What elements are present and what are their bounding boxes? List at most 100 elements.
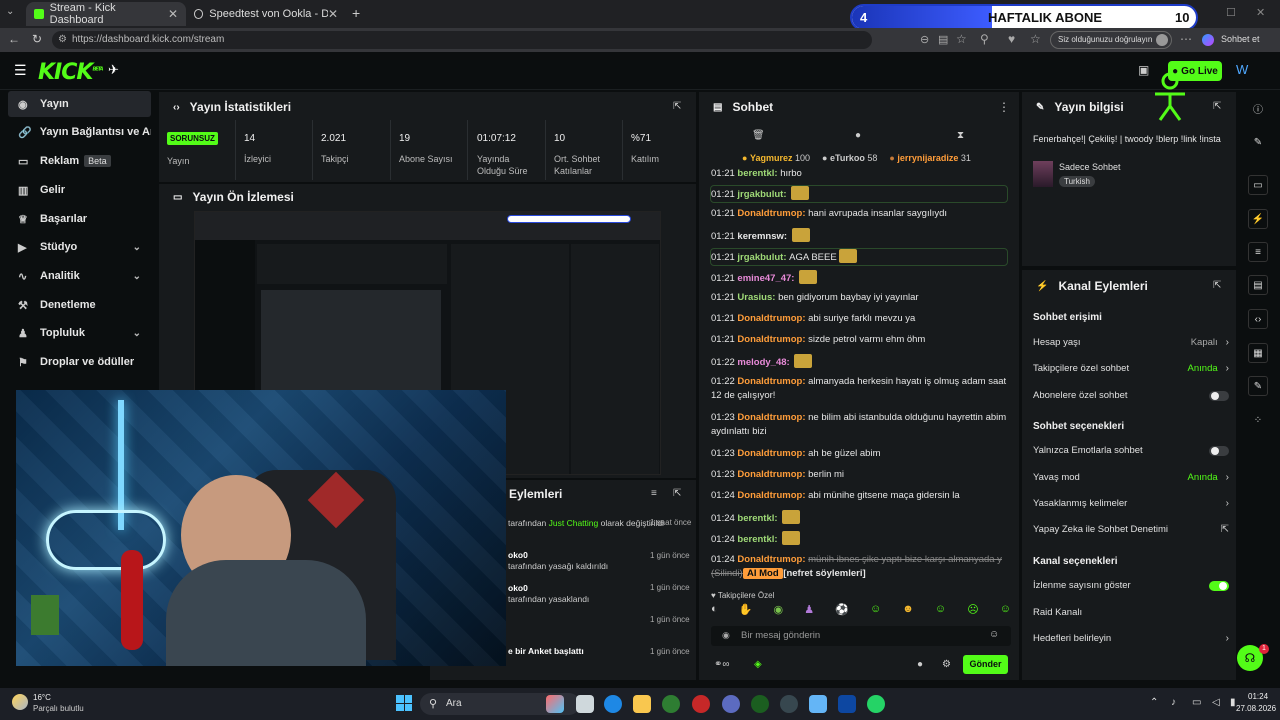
tab-list-icon[interactable]: ⌄ <box>6 6 20 20</box>
chat-username[interactable]: Donaldtrumop: <box>737 469 808 480</box>
emote-icon[interactable]: ☺ <box>1000 603 1011 621</box>
tray-chevron-up-icon[interactable]: ⌃ <box>1150 697 1158 708</box>
activity-user[interactable]: oko0 <box>508 583 589 594</box>
windows-start-icon[interactable] <box>396 695 412 711</box>
emote-icon[interactable]: ☺ <box>935 603 946 621</box>
emote-icon[interactable]: ☹ <box>967 603 978 621</box>
emote-only-toggle[interactable] <box>1209 445 1229 456</box>
top-chatter[interactable]: ● Yagmurez 100 <box>742 153 810 163</box>
copilot-label[interactable]: Sohbet et <box>1221 34 1260 44</box>
stack-icon[interactable]: ▦ <box>1248 343 1268 363</box>
wallet-icon[interactable]: W <box>1236 62 1248 77</box>
chat-username[interactable]: berentkl: <box>737 168 780 179</box>
close-tab-icon[interactable]: ✕ <box>328 7 338 21</box>
url-input[interactable]: ⚙ https://dashboard.kick.com/stream <box>52 31 872 49</box>
list-icon[interactable]: ≡ <box>1248 242 1268 262</box>
chat-username[interactable]: berentkl: <box>737 534 780 545</box>
chat-username[interactable]: Donaldtrumop: <box>737 554 808 565</box>
chat-username[interactable]: Donaldtrumop: <box>737 208 808 219</box>
chat-username[interactable]: jrgakbulut: <box>737 252 789 263</box>
category-thumbnail[interactable] <box>1033 161 1053 187</box>
clock-date[interactable]: 27.08.2026 <box>1236 704 1276 713</box>
chat-username[interactable]: jrgakbulut: <box>737 189 789 200</box>
battery-icon[interactable]: ▮ <box>1230 697 1236 708</box>
popout-icon[interactable]: ⇱ <box>1213 280 1221 291</box>
popout-icon[interactable]: ⇱ <box>673 488 681 499</box>
emote-icon[interactable]: ⚽ <box>835 603 849 621</box>
creator-icon[interactable]: ▣ <box>1138 63 1149 77</box>
info-icon[interactable]: ⓘ <box>1248 98 1268 118</box>
emote-icon[interactable]: ☺ <box>870 603 881 621</box>
reload-icon[interactable]: ↻ <box>32 32 42 46</box>
chat-username[interactable]: Donaldtrumop: <box>737 448 808 459</box>
chat-bubble-icon[interactable]: ● <box>917 659 923 670</box>
close-window-icon[interactable]: ✕ <box>1256 6 1265 19</box>
sidebar-item-droplar[interactable]: ⚑ Droplar ve ödüller <box>8 349 151 375</box>
kick-app-icon[interactable] <box>751 695 769 713</box>
red-app-icon[interactable] <box>692 695 710 713</box>
collections-icon[interactable]: ☆ <box>1030 32 1041 46</box>
chat-input[interactable]: ◉ Bir mesaj gönderin ☺ <box>711 626 1011 646</box>
copilot-icon[interactable] <box>1202 34 1214 46</box>
subscribers-only-toggle[interactable] <box>1209 390 1229 401</box>
network-icon[interactable]: ▭ <box>1192 697 1201 708</box>
setting-banned-words[interactable]: Yasaklanmış kelimeler › <box>1033 498 1229 509</box>
setting-followers-only[interactable]: Takipçilere özel sohbet Anında › <box>1033 363 1229 374</box>
activity-user[interactable]: oko0 <box>508 550 608 561</box>
chat-username[interactable]: Donaldtrumop: <box>737 490 808 501</box>
hourglass-icon[interactable]: ⧗ <box>957 130 964 141</box>
steam-icon[interactable] <box>838 695 856 713</box>
wrench-rail-icon[interactable]: ✎ <box>1248 376 1268 396</box>
chat-username[interactable]: keremnsw: <box>737 231 789 242</box>
bolt-rail-icon[interactable]: ⚡ <box>1248 209 1268 229</box>
setting-slow-mode[interactable]: Yavaş mod Anında › <box>1033 472 1229 483</box>
obs-icon[interactable] <box>780 695 798 713</box>
send-button[interactable]: Gönder <box>963 655 1008 674</box>
more-menu-icon[interactable]: ⋯ <box>1180 32 1192 46</box>
top-chatter[interactable]: ● eTurkoo 58 <box>822 153 877 163</box>
file-explorer-icon[interactable] <box>633 695 651 713</box>
sidebar-item-reklam[interactable]: ▭ Reklam Beta <box>8 148 151 174</box>
category-label[interactable]: Sadece Sohbet <box>1059 162 1121 172</box>
chat-username[interactable]: melody_48: <box>737 357 792 368</box>
chat-username[interactable]: Donaldtrumop: <box>737 412 808 423</box>
setting-raid-channel[interactable]: Raid Kanalı <box>1033 607 1229 618</box>
emoji-picker-icon[interactable]: ☺ <box>989 629 999 640</box>
popout-icon[interactable]: ⇱ <box>1213 101 1221 112</box>
sidebar-item-topluluk[interactable]: ♟ Topluluk ⌄ <box>8 320 151 346</box>
setting-goals[interactable]: Hedefleri belirleyin › <box>1033 633 1229 644</box>
layout-icon[interactable]: ▭ <box>1248 175 1268 195</box>
app-icon[interactable] <box>809 695 827 713</box>
whatsapp-icon[interactable] <box>867 695 885 713</box>
edit-pencil-icon[interactable]: ✎ <box>1248 132 1268 152</box>
emote-icon[interactable]: ◐ <box>711 603 718 621</box>
emote-icon[interactable]: ♟ <box>804 603 814 621</box>
settings-gear-icon[interactable]: ⚙ <box>942 659 951 670</box>
filter-icon[interactable]: ≡ <box>651 488 657 499</box>
category-link[interactable]: Just Chatting <box>549 518 599 528</box>
sidebar-item-stream-key[interactable]: 🔗 Yayın Bağlantısı ve Anahtar <box>8 119 151 145</box>
emote-icon[interactable]: ☻ <box>902 603 914 621</box>
maximize-icon[interactable]: ☐ <box>1226 6 1236 19</box>
setting-ai-moderation[interactable]: Yapay Zeka ile Sohbet Denetimi ⇱ <box>1033 524 1229 535</box>
chat-username[interactable]: Urasius: <box>737 292 778 303</box>
code-icon[interactable]: ‹› <box>1248 309 1268 329</box>
chat-username[interactable]: emine47_47: <box>737 273 797 284</box>
task-view-icon[interactable] <box>576 695 594 713</box>
volume-icon[interactable]: ◁ <box>1212 697 1220 708</box>
sidebar-item-analitik[interactable]: ∿ Analitik ⌄ <box>8 263 151 289</box>
chat-icon[interactable]: ● <box>855 130 861 141</box>
sidebar-item-studyo[interactable]: ▶ Stüdyo ⌄ <box>8 234 151 260</box>
discord-icon[interactable] <box>722 695 740 713</box>
back-icon[interactable]: ← <box>8 32 20 46</box>
site-info-icon[interactable]: ⚙ <box>58 31 67 49</box>
microphone-icon[interactable]: ♪ <box>1171 697 1176 708</box>
weather-icon[interactable] <box>12 694 28 710</box>
zoom-icon[interactable]: ⊖ <box>920 33 929 46</box>
emote-icon[interactable]: ✋ <box>739 603 753 621</box>
tab-kick-dashboard[interactable]: Stream - Kick Dashboard ✕ <box>26 2 186 26</box>
browser-essentials-icon[interactable]: ♥ <box>1008 32 1015 46</box>
chat-menu-icon[interactable]: ⋮ <box>998 100 1010 114</box>
pin-icon[interactable]: ✈ <box>108 62 119 78</box>
chat-username[interactable]: Donaldtrumop: <box>737 334 808 345</box>
